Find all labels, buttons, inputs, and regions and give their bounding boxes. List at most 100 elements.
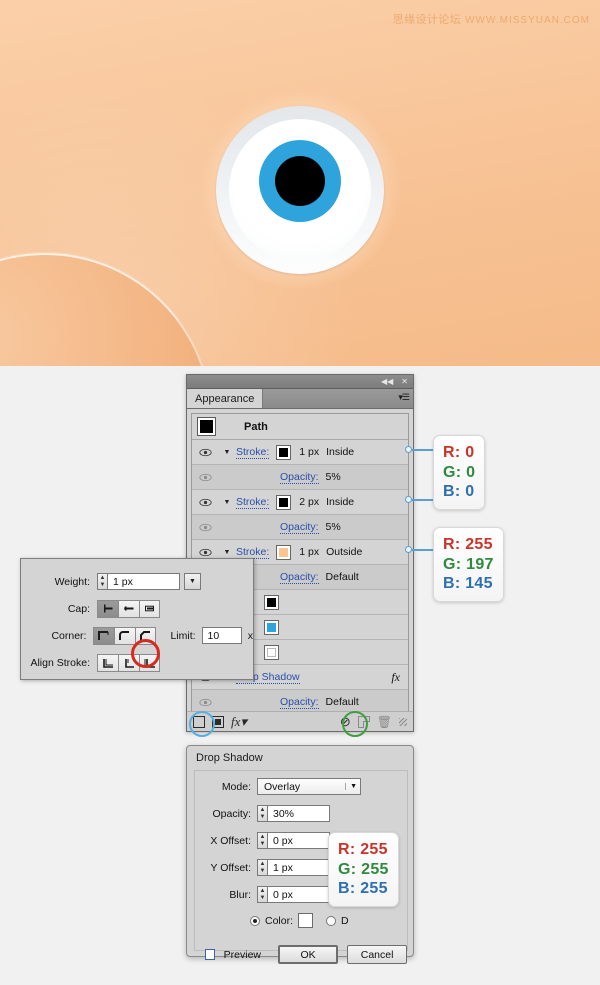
mode-row: Mode: Overlay ▼ xyxy=(195,775,407,798)
fill-color-swatch[interactable] xyxy=(264,594,279,610)
x-offset-input[interactable]: 0 px xyxy=(268,832,330,849)
mode-value: Overlay xyxy=(264,780,301,793)
path-label: Path xyxy=(244,420,268,433)
visibility-toggle[interactable] xyxy=(192,498,218,507)
opacity-link[interactable]: Opacity: xyxy=(280,471,319,484)
round-join-icon xyxy=(119,630,130,640)
watermark: 思缘设计论坛 WWW.MISSYUAN.COM xyxy=(393,11,590,27)
cancel-button[interactable]: Cancel xyxy=(347,945,407,964)
darkness-radio[interactable] xyxy=(326,915,337,926)
expand-arrow[interactable]: ▼ xyxy=(218,499,236,506)
add-new-stroke-icon[interactable] xyxy=(193,715,205,728)
close-icon[interactable]: ✕ xyxy=(401,377,408,386)
dialog-title: Drop Shadow xyxy=(196,752,263,764)
fx-menu-icon[interactable]: fx▾ xyxy=(231,715,247,728)
mode-select[interactable]: Overlay ▼ xyxy=(257,778,361,795)
limit-label: Limit: xyxy=(170,629,196,642)
stroke-link[interactable]: Stroke: xyxy=(236,446,270,459)
ok-button[interactable]: OK xyxy=(278,945,339,964)
weight-input[interactable]: 1 px xyxy=(108,573,180,590)
cap-butt-button[interactable] xyxy=(97,599,118,618)
visibility-toggle[interactable] xyxy=(192,473,218,482)
align-stroke-row: Align Stroke: xyxy=(21,649,253,676)
limit-input[interactable]: 10 xyxy=(201,627,242,644)
chevron-down-icon: ▼ xyxy=(345,783,357,790)
appearance-row-stroke-1[interactable]: ▼ Stroke: 1 px Inside xyxy=(192,440,408,465)
butt-cap-icon xyxy=(103,604,112,613)
fx-icon[interactable]: fx xyxy=(391,670,400,685)
cap-round-button[interactable] xyxy=(118,599,139,618)
color-radio[interactable] xyxy=(250,915,260,926)
stroke-cap-row: Cap: xyxy=(21,595,253,622)
opacity-link[interactable]: Opacity: xyxy=(280,696,319,709)
y-offset-input[interactable]: 1 px xyxy=(268,859,330,876)
corner-miter-button[interactable] xyxy=(93,626,115,645)
fill-color-swatch[interactable] xyxy=(264,644,279,660)
weight-stepper[interactable]: ▲ ▼ xyxy=(97,573,108,590)
stroke-color-swatch[interactable] xyxy=(276,494,292,510)
stroke-color-swatch[interactable] xyxy=(276,444,292,460)
align-outside-icon xyxy=(144,658,155,668)
watermark-cn: 思缘设计论坛 xyxy=(392,14,462,26)
corner-bevel-button[interactable] xyxy=(135,626,157,645)
fill-color-swatch[interactable] xyxy=(264,619,279,635)
mode-label: Mode: xyxy=(221,780,251,793)
chevron-down-icon: ▼ xyxy=(223,548,231,556)
stroke-link[interactable]: Stroke: xyxy=(236,496,270,509)
appearance-row-opacity-2[interactable]: Opacity: 5% xyxy=(192,515,408,540)
visibility-toggle[interactable] xyxy=(192,448,218,457)
clear-appearance-icon[interactable]: ⊘ xyxy=(340,715,351,728)
cap-projecting-button[interactable] xyxy=(139,599,160,618)
appearance-row-stroke-2[interactable]: ▼ Stroke: 2 px Inside xyxy=(192,490,408,515)
resize-grip-icon[interactable] xyxy=(399,717,407,726)
x-offset-label: X Offset: xyxy=(210,834,251,847)
chevron-down-icon: ▼ xyxy=(223,448,231,456)
stroke-weight-value: 2 px Inside xyxy=(299,496,355,508)
opacity-input[interactable]: 30% xyxy=(268,805,330,822)
align-outside-button[interactable] xyxy=(139,653,160,672)
duplicate-item-icon[interactable] xyxy=(357,715,370,728)
blur-stepper[interactable]: ▲ ▼ xyxy=(257,886,268,903)
preview-label: Preview xyxy=(223,948,262,961)
opacity-value: Default xyxy=(325,696,359,708)
stroke-link[interactable]: Stroke: xyxy=(236,546,270,559)
miter-join-icon xyxy=(98,630,109,640)
opacity-stepper[interactable]: ▲ ▼ xyxy=(257,805,268,822)
corner-label: Corner: xyxy=(51,629,87,642)
rgb-g-value: G: 197 xyxy=(443,555,494,573)
stroke-color-swatch[interactable] xyxy=(276,544,292,560)
shadow-color-chip[interactable] xyxy=(298,913,314,928)
align-inside-button[interactable] xyxy=(118,653,139,672)
panel-menu-icon[interactable]: ▾☰ xyxy=(398,393,410,402)
opacity-link[interactable]: Opacity: xyxy=(280,571,319,584)
corner-round-button[interactable] xyxy=(114,626,136,645)
tab-appearance[interactable]: Appearance xyxy=(187,389,264,408)
align-center-button[interactable] xyxy=(97,653,118,672)
add-new-fill-icon[interactable] xyxy=(212,715,224,728)
color-radio-label: Color: xyxy=(265,914,294,927)
stroke-weight-value: 1 px Inside xyxy=(299,446,355,458)
limit-unit: x xyxy=(247,629,253,642)
appearance-row-path[interactable]: Path xyxy=(192,414,408,440)
expand-arrow[interactable]: ▼ xyxy=(218,549,236,556)
collapse-icon[interactable]: ◀◀ xyxy=(381,377,393,386)
rgb-callout-white: R: 255 G: 255 B: 255 xyxy=(328,832,399,907)
blur-input[interactable]: 0 px xyxy=(268,886,330,903)
expand-arrow[interactable]: ▼ xyxy=(218,449,236,456)
eye-pupil xyxy=(275,156,325,206)
visibility-toggle[interactable] xyxy=(192,698,218,707)
x-offset-stepper[interactable]: ▲ ▼ xyxy=(257,832,268,849)
weight-dropdown-button[interactable]: ▼ xyxy=(184,573,201,590)
y-offset-stepper[interactable]: ▲ ▼ xyxy=(257,859,268,876)
blur-label: Blur: xyxy=(229,888,251,901)
preview-checkbox[interactable] xyxy=(205,949,215,960)
appearance-row-opacity-1[interactable]: Opacity: 5% xyxy=(192,465,408,490)
visibility-toggle[interactable] xyxy=(192,523,218,532)
opacity-value: 5% xyxy=(325,521,341,533)
rgb-g-value: G: 0 xyxy=(443,463,476,481)
opacity-link[interactable]: Opacity: xyxy=(280,521,319,534)
rgb-b-value: B: 0 xyxy=(443,483,475,501)
eye-icon xyxy=(198,548,212,556)
visibility-toggle[interactable] xyxy=(192,548,218,557)
delete-item-icon[interactable]: 🗑 xyxy=(377,716,392,728)
